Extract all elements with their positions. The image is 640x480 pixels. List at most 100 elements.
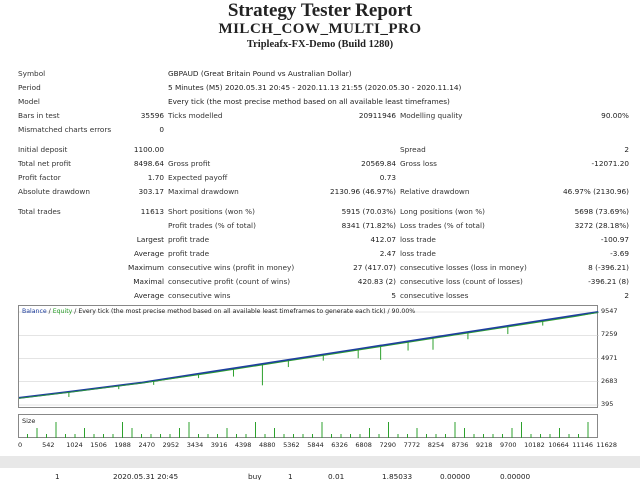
total-trades-value: 11613 (140, 207, 164, 216)
max-consec-losses-value: 8 (-396.21) (588, 263, 629, 272)
total-trades-label: Total trades (18, 207, 61, 216)
y-tick-label: 9547 (601, 307, 618, 315)
size-bar (473, 434, 475, 438)
expected-payoff-label: Expected payoff (168, 173, 228, 182)
x-tick-label: 1988 (114, 441, 131, 449)
spread-label: Spread (400, 145, 426, 154)
x-tick-label: 9218 (475, 441, 493, 449)
maximum-label: Maximum (128, 263, 164, 272)
size-chart: Size (18, 414, 598, 438)
x-tick-label: 7290 (379, 441, 397, 449)
size-bar (283, 434, 285, 438)
size-bar (388, 422, 389, 438)
size-bar (141, 434, 142, 438)
max-consec-losses-label: consecutive losses (loss in money) (400, 263, 527, 272)
average-profit-label: profit trade (168, 249, 210, 258)
size-bar (549, 434, 551, 438)
x-tick-label: 6326 (331, 441, 348, 449)
x-tick-label: 542 (42, 441, 55, 449)
maximal-consec-profit-value: 420.83 (2) (357, 277, 396, 286)
size-bar (378, 434, 380, 438)
table-cell: 1.85033 (382, 472, 413, 480)
size-bar (131, 428, 133, 438)
quality-label: Modelling quality (400, 111, 463, 120)
bars-value: 35596 (140, 111, 164, 120)
size-label: Size (22, 417, 36, 425)
ticks-label: Ticks modelled (168, 111, 223, 120)
legend-balance: Balance (22, 308, 47, 315)
model-value: Every tick (the most precise method base… (168, 97, 450, 106)
loss-trades-value: 3272 (28.18%) (574, 221, 629, 230)
deposit-value: 1100.00 (133, 145, 164, 154)
size-bar (84, 428, 85, 438)
chart-legend: Balance / Equity / Every tick (the most … (22, 308, 415, 315)
gross-profit-label: Gross profit (168, 159, 211, 168)
size-bar (207, 434, 209, 438)
largest-loss-value: -100.97 (600, 235, 629, 244)
size-bar (264, 434, 266, 438)
expert-name: MILCH_COW_MULTI_PRO (218, 21, 422, 37)
profit-factor-value: 1.70 (147, 173, 164, 182)
expected-payoff-value: 0.73 (379, 173, 396, 182)
table-cell: 2020.05.31 20:45 (113, 472, 179, 480)
errors-value: 0 (159, 125, 164, 134)
size-bar (93, 434, 95, 438)
table-cell: 0.00000 (500, 472, 531, 480)
quality-value: 90.00% (601, 111, 629, 120)
table-cell: 0.00000 (440, 472, 471, 480)
long-positions-value: 5698 (73.69%) (574, 207, 629, 216)
size-bar (492, 434, 494, 438)
size-bar (293, 434, 294, 438)
balance-chart-plot (19, 311, 599, 406)
maximal-label: Maximal (133, 277, 164, 286)
gross-loss-label: Gross loss (400, 159, 437, 168)
size-bar (331, 434, 332, 438)
largest-label: Largest (136, 235, 164, 244)
size-bar (578, 434, 579, 438)
largest-loss-label: loss trade (400, 235, 436, 244)
size-bar (511, 428, 513, 438)
size-bar (559, 428, 560, 438)
size-bar (350, 434, 351, 438)
x-tick-label: 10664 (548, 441, 569, 449)
size-bar (359, 434, 361, 438)
size-bar (426, 434, 427, 438)
errors-label: Mismatched charts errors (18, 125, 112, 134)
size-bar (103, 434, 104, 438)
balance-line (19, 311, 599, 399)
size-bar (188, 422, 190, 438)
maximal-consec-loss-value: -396.21 (8) (588, 277, 629, 286)
size-bar (483, 434, 484, 438)
model-label: Model (18, 97, 40, 106)
profit-trades-value: 8341 (71.82%) (341, 221, 396, 230)
average-label: Average (134, 249, 164, 258)
size-bar (36, 428, 38, 438)
x-tick-label: 1506 (90, 441, 107, 449)
short-positions-value: 5915 (70.03%) (341, 207, 396, 216)
bars-label: Bars in test (18, 111, 60, 120)
gross-profit-value: 20569.84 (361, 159, 396, 168)
x-tick-label: 4880 (259, 441, 276, 449)
net-profit-label: Total net profit (18, 159, 72, 168)
server-name: Tripleafx-FX-Demo (Build 1280) (246, 39, 394, 50)
size-bar (521, 422, 522, 438)
size-bar (160, 434, 161, 438)
x-tick-label: 10182 (524, 441, 545, 449)
size-bar (445, 434, 446, 438)
gross-loss-value: -12071.20 (591, 159, 629, 168)
table-cell: buy (248, 472, 262, 480)
size-bar (369, 428, 370, 438)
size-bar (198, 434, 199, 438)
avg-consec-losses-label: consecutive losses (400, 291, 469, 300)
x-tick-label: 11628 (596, 441, 618, 449)
size-bar (245, 434, 247, 438)
size-bar (65, 434, 66, 438)
largest-profit-value: 412.07 (370, 235, 396, 244)
size-bar (340, 434, 342, 438)
size-bar (217, 434, 218, 438)
size-chart-plot (27, 422, 589, 438)
relative-drawdown-value: 46.97% (2130.96) (562, 187, 629, 196)
x-tick-label: 3434 (186, 441, 204, 449)
size-bar (302, 434, 304, 438)
x-tick-label: 2952 (162, 441, 180, 449)
